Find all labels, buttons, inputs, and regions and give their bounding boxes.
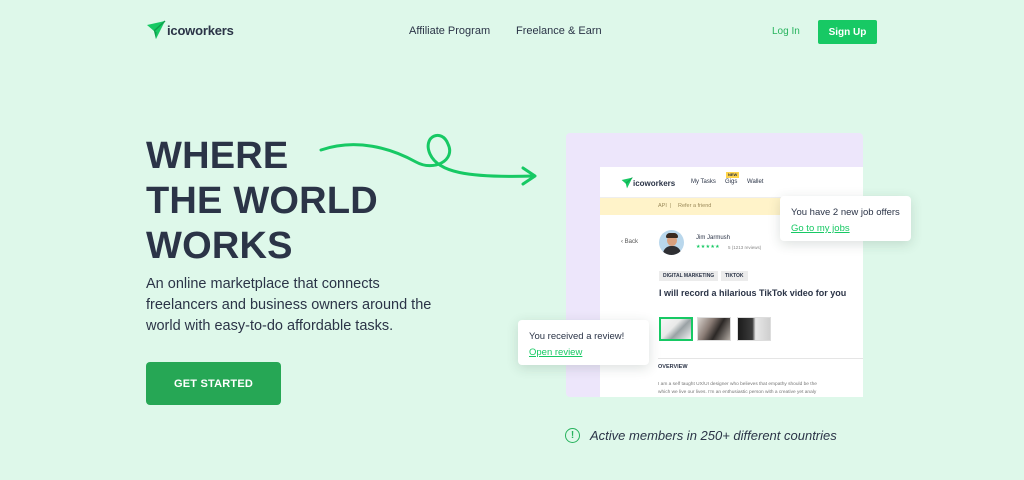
signup-button[interactable]: Sign Up	[818, 20, 877, 44]
seller-name: Jim Jarmush	[696, 235, 731, 241]
chevron-left-icon: ‹	[621, 239, 623, 245]
rating-stars-icon: ★★★★★	[696, 244, 720, 250]
notification-text: You received a review!	[529, 331, 625, 342]
gig-thumbnail	[737, 317, 771, 341]
gig-title: I will record a hilarious TikTok video f…	[659, 288, 847, 298]
mockup-logo-text: icoworkers	[633, 178, 676, 188]
logo-text: icoworkers	[167, 22, 234, 38]
active-members-row: ! Active members in 250+ different count…	[565, 428, 837, 443]
overview-line: I am a self taught UX/UI designer who be…	[658, 382, 817, 387]
gig-thumbnail	[697, 317, 731, 341]
hero-title-line: WORKS	[146, 225, 293, 267]
mockup-back-link: ‹ Back	[621, 239, 638, 245]
active-members-text: Active members in 250+ different countri…	[590, 428, 837, 443]
mockup-banner-refer: Refer a friend	[678, 203, 712, 209]
squiggle-arrow-icon	[319, 133, 537, 186]
job-offers-notification: You have 2 new job offers Go to my jobs	[780, 196, 911, 241]
seller-avatar	[659, 230, 684, 255]
brand-logo[interactable]: icoworkers	[146, 20, 234, 40]
info-icon: !	[565, 428, 580, 443]
get-started-button[interactable]: GET STARTED	[146, 362, 281, 405]
open-review-link[interactable]: Open review	[529, 347, 582, 358]
gig-tag: TIKTOK	[721, 271, 748, 281]
mockup-logo: icoworkers	[621, 177, 675, 189]
mockup-nav-my-tasks: My Tasks	[691, 179, 716, 185]
mockup-back-label: Back	[624, 239, 639, 245]
nav-freelance-earn[interactable]: Freelance & Earn	[516, 25, 602, 37]
divider	[658, 358, 863, 359]
review-notification: You received a review! Open review	[518, 320, 649, 365]
mockup-new-badge: NEW	[726, 172, 740, 178]
login-link[interactable]: Log In	[772, 26, 800, 37]
top-header: icoworkers Affiliate Program Freelance &…	[0, 0, 1024, 64]
paper-plane-logo-icon	[621, 177, 633, 189]
hero-subtitle: An online marketplace that connects free…	[146, 276, 432, 334]
mockup-banner-separator: |	[670, 203, 672, 209]
nav-affiliate-program[interactable]: Affiliate Program	[409, 25, 490, 37]
mockup-navbar: icoworkers My Tasks NEW Gigs Wallet	[600, 167, 863, 198]
go-to-my-jobs-link[interactable]: Go to my jobs	[791, 223, 850, 234]
seller-rating: 5 (1213 reviews)	[728, 245, 762, 250]
overview-text: I am a self taught UX/UI designer who be…	[658, 381, 863, 397]
paper-plane-logo-icon	[147, 20, 166, 39]
gig-thumbnail	[659, 317, 693, 341]
mockup-nav-wallet: Wallet	[747, 179, 764, 185]
overview-heading: OVERVIEW	[658, 364, 688, 370]
mockup-nav-gigs: Gigs	[725, 179, 738, 185]
notification-text: You have 2 new job offers	[791, 207, 900, 218]
gig-tag: DIGITAL MARKETING	[659, 271, 719, 281]
overview-line: which we live our lives. I'm an enthusia…	[658, 390, 817, 395]
mockup-banner-api: API	[658, 203, 667, 209]
